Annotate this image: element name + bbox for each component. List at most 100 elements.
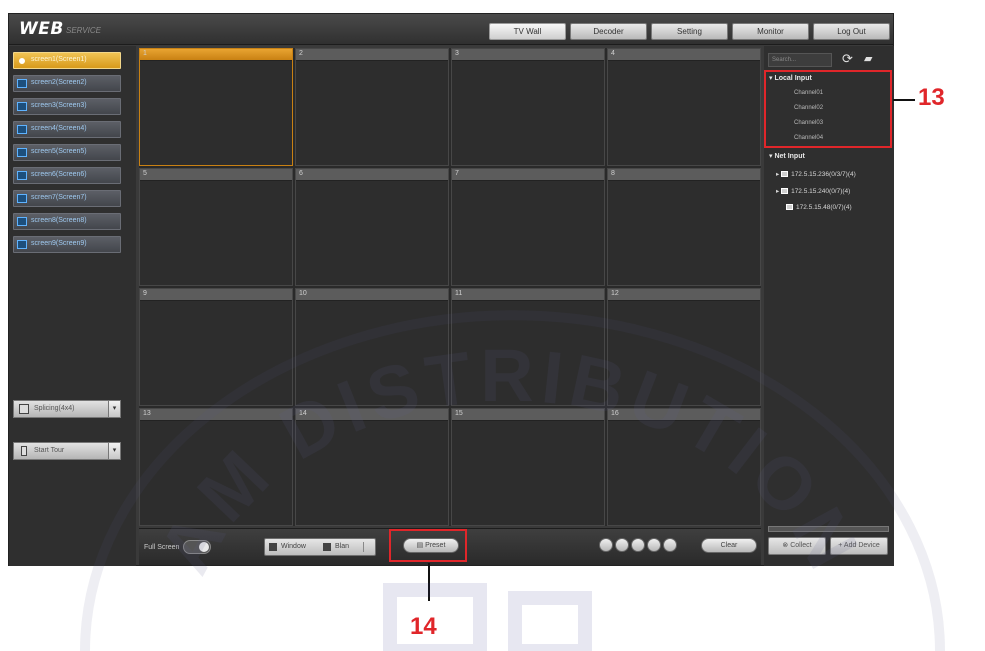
screen-radio-icon	[19, 58, 25, 64]
split-mode-select[interactable]: Splicing(4x4) ▾	[13, 400, 121, 418]
screen-item-7[interactable]: screen7(Screen7)	[13, 190, 121, 207]
zoom-out-icon[interactable]	[599, 538, 613, 552]
cell-number: 1	[143, 50, 147, 57]
cell-title-bar: 11	[452, 289, 604, 301]
screen-item-label: screen5(Screen5)	[31, 148, 87, 155]
cell-number: 10	[299, 290, 307, 297]
window-cell-15[interactable]: 15	[451, 408, 605, 526]
lock-icon[interactable]	[647, 538, 661, 552]
cell-title-bar: 13	[140, 409, 292, 421]
monitor-icon	[17, 148, 27, 157]
monitor-icon	[17, 194, 27, 203]
cell-number: 16	[611, 410, 619, 417]
screen-item-1[interactable]: screen1(Screen1)	[13, 52, 121, 69]
window-cell-5[interactable]: 5	[139, 168, 293, 286]
add-device-button[interactable]: + Add Device	[830, 537, 888, 555]
annotation-leader-13	[893, 99, 915, 101]
annotation-box-14	[389, 529, 467, 562]
zoom-in-icon[interactable]	[615, 538, 629, 552]
cell-number: 11	[455, 290, 463, 297]
window-cell-8[interactable]: 8	[607, 168, 761, 286]
screen-item-label: screen9(Screen9)	[31, 240, 87, 247]
cell-number: 7	[455, 170, 459, 177]
annotation-leader-14	[428, 563, 430, 601]
folder-icon[interactable]: ▰	[864, 52, 872, 65]
clear-button[interactable]: Clear	[701, 538, 757, 553]
window-cell-4[interactable]: 4	[607, 48, 761, 166]
collect-button[interactable]: ⊗ Collect	[768, 537, 826, 555]
chevron-down-icon[interactable]: ▾	[108, 443, 120, 459]
fullscreen-toggle[interactable]	[183, 540, 211, 554]
tour-select[interactable]: Start Tour ▾	[13, 442, 121, 460]
device-item-1[interactable]: ▸ 172.5.15.236(0/3/7)(4)	[776, 170, 856, 178]
screen-item-label: screen3(Screen3)	[31, 102, 87, 109]
nav-decoder-button[interactable]: Decoder	[570, 23, 647, 40]
window-cell-6[interactable]: 6	[295, 168, 449, 286]
cell-title-bar: 8	[608, 169, 760, 181]
window-cell-11[interactable]: 11	[451, 288, 605, 406]
nav-logout-button[interactable]: Log Out	[813, 23, 890, 40]
nav-setting-button[interactable]: Setting	[651, 23, 728, 40]
window-cell-7[interactable]: 7	[451, 168, 605, 286]
screen-item-3[interactable]: screen3(Screen3)	[13, 98, 121, 115]
horizontal-scrollbar[interactable]	[768, 526, 889, 532]
split-mode-label: Splicing(4x4)	[34, 405, 75, 412]
cell-number: 4	[611, 50, 615, 57]
device-item-2[interactable]: ▸ 172.5.15.240(0/7)(4)	[776, 187, 850, 195]
window-cell-3[interactable]: 3	[451, 48, 605, 166]
screen-list-sidebar: screen1(Screen1) screen2(Screen2) screen…	[9, 46, 136, 566]
cell-number: 2	[299, 50, 303, 57]
window-cell-14[interactable]: 14	[295, 408, 449, 526]
screen-item-label: screen4(Screen4)	[31, 125, 87, 132]
search-input[interactable]: Search...	[768, 53, 832, 67]
net-input-node[interactable]: ▾ Net Input	[769, 152, 805, 160]
screen-item-9[interactable]: screen9(Screen9)	[13, 236, 121, 253]
device-icon	[786, 204, 793, 211]
screen-item-2[interactable]: screen2(Screen2)	[13, 75, 121, 92]
split-grid-icon	[19, 404, 29, 414]
app-window: WEB SERVICE TV Wall Decoder Setting Moni…	[8, 13, 894, 566]
cell-title-bar: 5	[140, 169, 292, 181]
screen-item-label: screen7(Screen7)	[31, 194, 87, 201]
cell-number: 5	[143, 170, 147, 177]
monitor-icon	[17, 171, 27, 180]
top-header: WEB SERVICE TV Wall Decoder Setting Moni…	[9, 14, 893, 45]
screen-item-label: screen8(Screen8)	[31, 217, 87, 224]
device-item-3[interactable]: 172.5.15.48(0/7)(4)	[786, 204, 852, 211]
screen-item-5[interactable]: screen5(Screen5)	[13, 144, 121, 161]
window-cell-2[interactable]: 2	[295, 48, 449, 166]
blank-button[interactable]: Blan	[335, 543, 349, 550]
window-cell-16[interactable]: 16	[607, 408, 761, 526]
window-button[interactable]: Window	[281, 543, 306, 550]
window-cell-12[interactable]: 12	[607, 288, 761, 406]
cell-title-bar: 1	[140, 49, 292, 61]
screen-item-8[interactable]: screen8(Screen8)	[13, 213, 121, 230]
screen-item-6[interactable]: screen6(Screen6)	[13, 167, 121, 184]
window-cell-1[interactable]: 1	[139, 48, 293, 166]
cell-number: 3	[455, 50, 459, 57]
nav-monitor-button[interactable]: Monitor	[732, 23, 809, 40]
cell-title-bar: 16	[608, 409, 760, 421]
cell-title-bar: 4	[608, 49, 760, 61]
window-cell-9[interactable]: 9	[139, 288, 293, 406]
refresh-icon[interactable]: ⟳	[842, 51, 853, 67]
cell-number: 8	[611, 170, 615, 177]
cell-title-bar: 10	[296, 289, 448, 301]
collect-label: Collect	[790, 542, 812, 549]
window-cell-10[interactable]: 10	[295, 288, 449, 406]
nav-tv-wall-button[interactable]: TV Wall	[489, 23, 566, 40]
window-icon	[269, 543, 277, 551]
cell-title-bar: 2	[296, 49, 448, 61]
monitor-icon	[17, 102, 27, 111]
chevron-down-icon[interactable]: ▾	[108, 401, 120, 417]
monitor-icon	[17, 240, 27, 249]
watermark-glyph	[508, 591, 592, 651]
device-icon	[781, 188, 789, 195]
cell-title-bar: 3	[452, 49, 604, 61]
window-cell-13[interactable]: 13	[139, 408, 293, 526]
window-control-group: Window Blan	[264, 538, 376, 556]
audio-icon[interactable]	[663, 538, 677, 552]
refresh-icon[interactable]	[631, 538, 645, 552]
screen-item-4[interactable]: screen4(Screen4)	[13, 121, 121, 138]
clear-label: Clear	[720, 542, 738, 549]
